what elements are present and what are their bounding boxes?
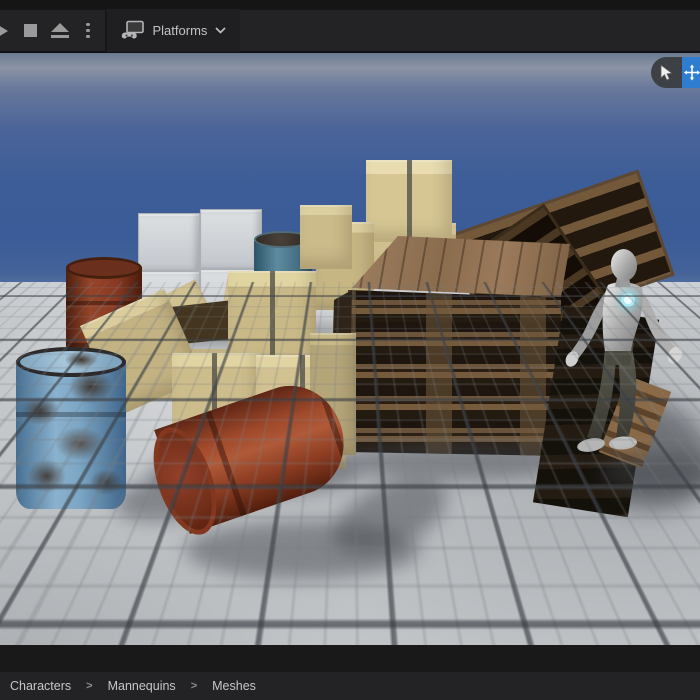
main-toolbar: Platforms bbox=[0, 9, 700, 53]
breadcrumb-item-characters[interactable]: Characters bbox=[10, 679, 71, 693]
play-icon bbox=[0, 22, 8, 39]
breadcrumb: Characters > Mannequins > Meshes bbox=[0, 672, 700, 700]
eject-icon bbox=[51, 23, 69, 38]
move-arrows-icon bbox=[684, 64, 700, 81]
eject-button[interactable] bbox=[37, 23, 69, 38]
mannequin[interactable] bbox=[558, 247, 690, 465]
cardboard-box[interactable] bbox=[366, 160, 452, 242]
chevron-down-icon bbox=[215, 27, 226, 34]
red-barrel-lying[interactable] bbox=[141, 372, 359, 565]
stop-icon bbox=[24, 24, 37, 37]
platforms-device-icon bbox=[121, 20, 144, 39]
pallet-stack-face bbox=[346, 290, 561, 456]
breadcrumb-item-mannequins[interactable]: Mannequins bbox=[108, 679, 176, 693]
cardboard-box[interactable] bbox=[300, 205, 352, 269]
more-options-button[interactable] bbox=[69, 22, 90, 39]
platforms-dropdown[interactable]: Platforms bbox=[106, 9, 241, 52]
play-button[interactable] bbox=[0, 22, 8, 39]
gizmo-toolbar bbox=[651, 57, 700, 88]
move-tool-button[interactable] bbox=[682, 57, 700, 88]
kebab-menu-icon bbox=[86, 22, 90, 39]
viewport-bottom-gap bbox=[0, 645, 700, 672]
breadcrumb-separator: > bbox=[86, 680, 93, 692]
breadcrumb-separator: > bbox=[190, 680, 198, 692]
platforms-label: Platforms bbox=[152, 23, 208, 38]
unreal-editor-window: Platforms Characters > Mannequins > Mesh… bbox=[0, 0, 700, 700]
level-viewport[interactable] bbox=[0, 53, 700, 645]
breadcrumb-item-meshes[interactable]: Meshes bbox=[212, 679, 256, 693]
cursor-arrow-icon bbox=[660, 64, 674, 81]
wooden-pallet-stack[interactable] bbox=[330, 235, 572, 463]
blue-barrel[interactable] bbox=[16, 347, 126, 509]
stop-button[interactable] bbox=[8, 24, 37, 37]
select-tool-button[interactable] bbox=[651, 57, 682, 88]
mannequin-right-arm bbox=[637, 291, 677, 357]
mannequin-head bbox=[610, 249, 638, 281]
